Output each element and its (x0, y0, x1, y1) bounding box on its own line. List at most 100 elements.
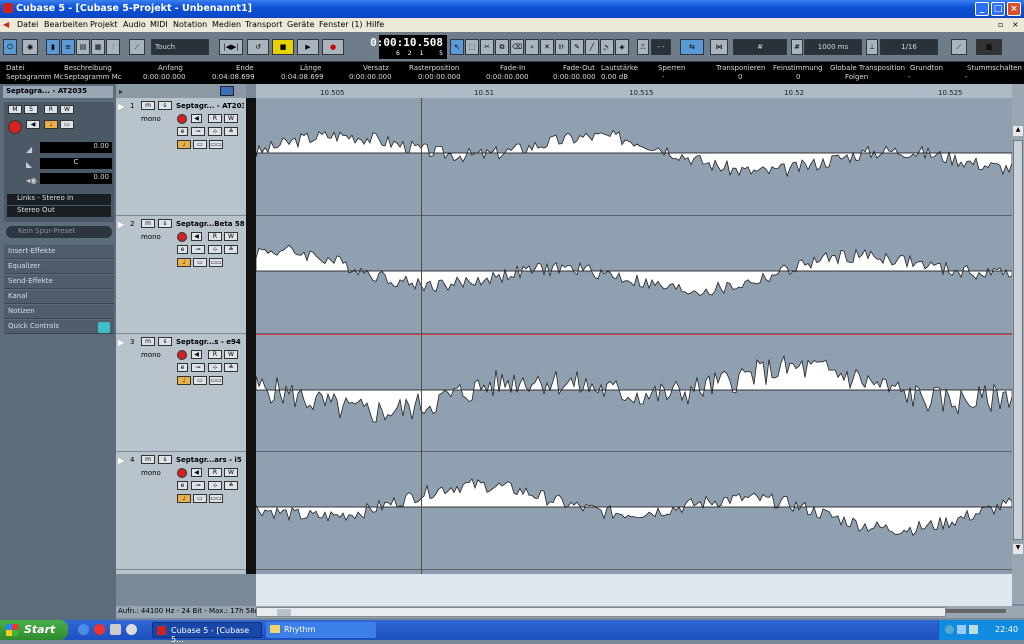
minimize-icon[interactable]: _ (975, 2, 989, 16)
stop-icon[interactable]: ■ (272, 39, 294, 55)
track-edit-icon[interactable]: e (177, 127, 188, 136)
section-insert-effects[interactable]: Insert-Effekte (4, 245, 114, 259)
app-menu-icon[interactable]: ◀ (3, 20, 9, 29)
mdi-close-icon[interactable]: × (1012, 20, 1019, 29)
menu-datei[interactable]: Datei (17, 20, 38, 29)
track-mute-button[interactable]: m (141, 101, 155, 110)
speaker-tool-icon[interactable]: 🔈 (600, 39, 614, 55)
track-name[interactable]: Septagr... - AT203 (176, 102, 244, 110)
inspector-record-icon[interactable] (8, 120, 22, 134)
info-value[interactable]: 0:00:00.000 (143, 73, 186, 81)
section-equalizer[interactable]: Equalizer (4, 260, 114, 274)
audio-event-lane[interactable] (256, 98, 1012, 216)
track-name[interactable]: Septagr...s - e94 (176, 338, 244, 346)
quick-controls-icon[interactable] (98, 322, 110, 333)
track-record-icon[interactable] (177, 232, 187, 242)
track-monitor-icon[interactable]: ◀ (191, 232, 202, 241)
track-eq-icon[interactable]: ⊹ (208, 245, 222, 254)
track-insert-icon[interactable]: ⊸ (191, 127, 205, 136)
audio-event-lane[interactable] (256, 452, 1012, 570)
track-header[interactable]: ▶ 2 m s Septagr...Beta 58 mono ◀ R W e ⊸… (116, 216, 246, 334)
draw-tool-icon[interactable]: ✎ (570, 39, 584, 55)
track-edit-icon[interactable]: e (177, 245, 188, 254)
track-name[interactable]: Septagr...ars - i5 (176, 456, 244, 464)
power-icon[interactable]: ⏻ (3, 39, 17, 55)
track-write-button[interactable]: W (224, 350, 238, 359)
tempo-icon[interactable]: ⟋ (951, 39, 967, 55)
menu-hilfe[interactable]: Hilfe (366, 20, 384, 29)
output-routing[interactable]: Stereo Out (7, 206, 111, 217)
track-header[interactable]: ▶ 1 m s Septagr... - AT203 mono ◀ R W e … (116, 98, 246, 216)
inspector-solo-button[interactable]: S (24, 105, 38, 114)
info-value[interactable]: 0:04:08.699 (281, 73, 324, 81)
inspector-lane-icon[interactable]: ▭ (60, 120, 74, 129)
maximize-icon[interactable]: □ (991, 2, 1005, 16)
quicklaunch-icon[interactable] (94, 624, 105, 635)
pan-field[interactable]: C (40, 158, 112, 169)
menu-transport[interactable]: Transport (245, 20, 283, 29)
close-icon[interactable]: × (1007, 2, 1021, 16)
inspector-lock-icon[interactable]: ♩ (44, 120, 58, 129)
inspector-mute-button[interactable]: M (8, 105, 22, 114)
tray-icon[interactable] (957, 625, 966, 634)
section-notes[interactable]: Notizen (4, 305, 114, 319)
track-read-button[interactable]: R (208, 232, 222, 241)
info-value[interactable]: 0:04:08.699 (212, 73, 255, 81)
info-value[interactable]: 0:00:00.000 (486, 73, 529, 81)
info-value[interactable]: Septagramm Mc (6, 73, 64, 81)
zoom-tool-icon[interactable]: ⌕ (525, 39, 539, 55)
info-value[interactable]: 0.00 dB (601, 73, 628, 81)
track-read-button[interactable]: R (208, 114, 222, 123)
track-send-icon[interactable]: ≙ (224, 481, 238, 490)
input-routing[interactable]: Links - Stereo In (7, 194, 111, 205)
quicklaunch-icon[interactable] (126, 624, 137, 635)
track-write-button[interactable]: W (224, 232, 238, 241)
info-value[interactable]: - (965, 73, 968, 81)
info-value[interactable]: Septagramm Mc (64, 73, 122, 81)
inspector-toggle-icon[interactable]: ▮ (46, 39, 60, 55)
goto-start-icon[interactable]: |◀▶| (219, 39, 243, 55)
overview-toggle-icon[interactable]: ▤ (76, 39, 90, 55)
track-folder-icon[interactable]: ▭▭ (209, 376, 223, 385)
erase-tool-icon[interactable]: ⌫ (510, 39, 524, 55)
inspector-monitor-icon[interactable]: ◀ (26, 120, 40, 129)
menu-midi[interactable]: MIDI (150, 20, 168, 29)
automation-mode-select[interactable]: Touch (151, 39, 209, 55)
object-select-tool-icon[interactable]: ↖ (450, 39, 464, 55)
track-send-icon[interactable]: ≙ (224, 363, 238, 372)
time-display[interactable]: 0:00:10.508 6 2 1 5 (370, 35, 447, 59)
info-value[interactable]: 0:00:00.000 (418, 73, 461, 81)
track-send-icon[interactable]: ≙ (224, 127, 238, 136)
infoline-toggle-icon[interactable]: ≡ (61, 39, 75, 55)
info-value[interactable]: 0:00:00.000 (349, 73, 392, 81)
horizontal-scrollbar[interactable] (256, 607, 946, 617)
scroll-thumb[interactable] (1013, 140, 1023, 540)
grid-value-select[interactable]: 1000 ms (804, 39, 862, 55)
snap-zero-icon[interactable]: ⋈ (710, 39, 728, 55)
h-scroll-thumb[interactable] (277, 609, 291, 616)
color-palette-icon[interactable]: ▩ (976, 39, 1002, 55)
track-header[interactable]: ▶ 4 m s Septagr...ars - i5 mono ◀ R W e … (116, 452, 246, 570)
section-channel[interactable]: Kanal (4, 290, 114, 304)
track-expand-icon[interactable]: ▶ (118, 456, 124, 465)
track-eq-icon[interactable]: ⊹ (208, 363, 222, 372)
track-preset-field[interactable]: Kein Spur-Preset (6, 226, 112, 238)
info-value[interactable]: 0:00:00.000 (553, 73, 596, 81)
track-solo-button[interactable]: s (158, 337, 172, 346)
quantize-icon[interactable]: ⊥ (866, 39, 878, 55)
menu-medien[interactable]: Medien (212, 20, 241, 29)
mute-tool-icon[interactable]: ✕ (540, 39, 554, 55)
nudge-select[interactable]: - - (651, 39, 671, 55)
track-folder-icon[interactable]: ▭▭ (209, 258, 223, 267)
mixer-icon[interactable]: ⫶ (106, 39, 120, 55)
track-eq-icon[interactable]: ⊹ (208, 481, 222, 490)
track-list-divider[interactable] (246, 98, 256, 574)
project-cursor[interactable] (421, 98, 422, 574)
inspector-read-button[interactable]: R (44, 105, 58, 114)
track-monitor-icon[interactable]: ◀ (191, 468, 202, 477)
constrain-icon[interactable]: ◉ (22, 39, 38, 55)
track-solo-button[interactable]: s (158, 455, 172, 464)
track-name[interactable]: Septagr...Beta 58 (176, 220, 244, 228)
track-read-button[interactable]: R (208, 468, 222, 477)
track-folder-icon[interactable]: ▭▭ (209, 140, 223, 149)
